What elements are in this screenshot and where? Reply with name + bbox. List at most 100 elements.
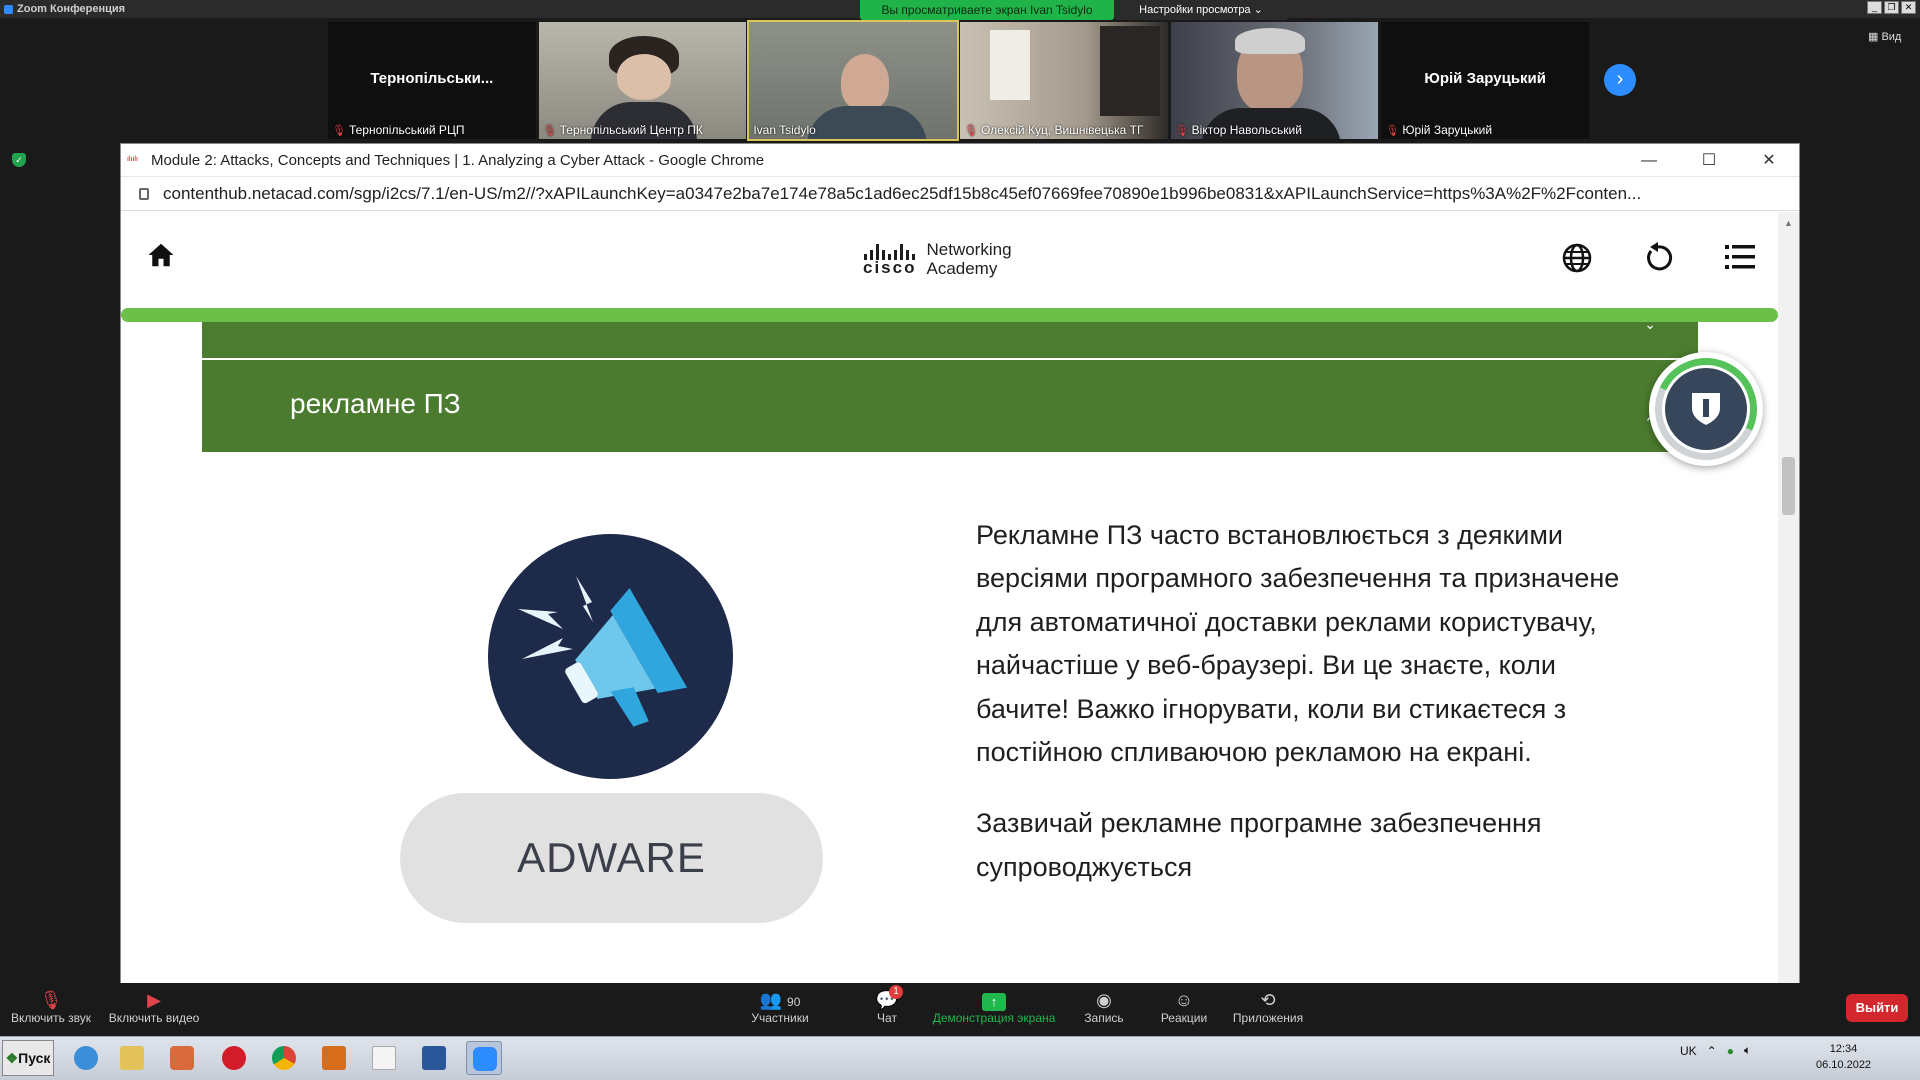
- language-indicator[interactable]: UK: [1680, 1044, 1697, 1058]
- chrome-taskbar-icon[interactable]: [266, 1041, 302, 1075]
- mic-off-icon: 🎙︎: [39, 990, 63, 1010]
- participant-name: Тернопільський Центр ПК: [559, 123, 703, 137]
- accordion-item-adware[interactable]: рекламне ПЗ ⟋: [202, 360, 1698, 452]
- record-button[interactable]: ◉ Запись: [1076, 989, 1132, 1025]
- tray-expand-icon[interactable]: ⌃: [1707, 1044, 1717, 1058]
- windows-logo-icon: ❖: [5, 1050, 19, 1066]
- accordion-label: рекламне ПЗ: [290, 388, 461, 419]
- globe-icon[interactable]: [1561, 242, 1593, 274]
- view-button[interactable]: ▦ Вид: [1868, 30, 1901, 43]
- accordion-item-previous[interactable]: ⌄: [202, 316, 1698, 358]
- paragraph-2: Зазвичай рекламне програмне забезпечення…: [976, 808, 1542, 882]
- chrome-window: ılıılı Module 2: Attacks, Concepts and T…: [120, 143, 1800, 984]
- participant-tile[interactable]: 🎙︎ Олексій Куц, Вишнівецька ТГ: [960, 22, 1168, 139]
- minimize-icon[interactable]: _: [1867, 1, 1882, 14]
- share-screen-icon: ↑: [930, 989, 1058, 1011]
- opera-taskbar-icon[interactable]: [216, 1041, 252, 1075]
- course-progress-bar: [121, 308, 1778, 322]
- volume-icon[interactable]: 🔈︎: [1744, 1043, 1751, 1058]
- start-video-button[interactable]: ▶︎ Включить видео: [106, 989, 202, 1025]
- participant-name: Тернопільський РЦП: [348, 123, 465, 137]
- clock[interactable]: 12:34 06.10.2022: [1816, 1041, 1871, 1073]
- notepad-taskbar-icon[interactable]: [366, 1041, 402, 1075]
- close-icon[interactable]: ✕: [1901, 1, 1916, 14]
- apps-button[interactable]: ⟲ Приложения: [1230, 989, 1306, 1025]
- megaphone-icon: [518, 576, 688, 727]
- clock-date: 06.10.2022: [1816, 1059, 1872, 1071]
- apps-label: Приложения: [1232, 1011, 1304, 1025]
- participant-tile[interactable]: Тернопільськи... 🎙︎ Тернопільський РЦП: [328, 22, 536, 139]
- chrome-window-title: Module 2: Attacks, Concepts and Techniqu…: [151, 151, 765, 169]
- participant-tile[interactable]: Юрій Заруцький 🎙︎ Юрій Заруцький: [1381, 22, 1590, 139]
- mic-muted-icon: 🎙︎: [332, 124, 346, 137]
- participant-tile-active-speaker[interactable]: Ivan Tsidylo: [747, 20, 960, 141]
- explorer-taskbar-icon[interactable]: [114, 1041, 150, 1075]
- participant-name: Юрій Заруцький: [1402, 123, 1493, 137]
- participants-count: 90: [787, 995, 801, 1009]
- unmute-label: Включить звук: [10, 1011, 92, 1025]
- mic-muted-icon: 🎙︎: [1385, 124, 1400, 137]
- zoom-window-title: Zoom Конференция: [17, 3, 126, 15]
- participants-icon: 👥 90: [759, 990, 801, 1010]
- chat-label: Чат: [877, 1011, 897, 1025]
- participant-gallery: Тернопільськи... 🎙︎ Тернопільський РЦП 🎙︎…: [328, 20, 1592, 141]
- shield-icon: [1692, 393, 1720, 425]
- scrollbar-thumb[interactable]: [1782, 457, 1795, 515]
- reset-icon[interactable]: [1643, 242, 1673, 274]
- network-icon[interactable]: ●: [1727, 1044, 1734, 1058]
- next-page-arrow-icon[interactable]: ›: [1604, 64, 1636, 96]
- unmute-button[interactable]: 🎙︎ Включить звук: [8, 989, 94, 1025]
- record-label: Запись: [1084, 1011, 1124, 1025]
- reactions-label: Реакции: [1160, 1011, 1208, 1025]
- maximize-icon[interactable]: ☐: [1679, 144, 1739, 177]
- scroll-up-icon[interactable]: ▲: [1784, 218, 1793, 228]
- view-settings-dropdown[interactable]: Настройки просмотра ⌄: [1114, 0, 1288, 20]
- lock-icon[interactable]: [139, 187, 149, 200]
- participants-button[interactable]: 👥 90 Участники: [740, 989, 820, 1025]
- home-icon[interactable]: [146, 240, 176, 270]
- view-button-label: Вид: [1881, 31, 1902, 43]
- start-button[interactable]: ❖Пуск: [2, 1040, 54, 1076]
- participant-name: Олексій Куц, Вишнівецька ТГ: [980, 123, 1144, 137]
- system-tray: UK ⌃ ● 🔈︎: [1680, 1043, 1751, 1058]
- participant-tile[interactable]: 🎙︎ Тернопільський Центр ПК: [538, 22, 747, 139]
- reactions-icon: ☺: [1174, 990, 1194, 1010]
- zoom-taskbar-icon[interactable]: [466, 1041, 502, 1075]
- ie-taskbar-icon[interactable]: [68, 1041, 104, 1075]
- app-taskbar-icon[interactable]: [316, 1041, 352, 1075]
- page-scrollbar[interactable]: ▲: [1778, 212, 1799, 984]
- share-screen-button[interactable]: ↑ Демонстрация экрана: [930, 989, 1058, 1025]
- word-taskbar-icon[interactable]: [416, 1041, 452, 1075]
- mic-muted-icon: 🎙︎: [964, 124, 978, 137]
- share-banner: Вы просматриваете экран Ivan Tsidylo: [860, 0, 1114, 20]
- record-icon: ◉: [1096, 990, 1112, 1010]
- url-text[interactable]: contenthub.netacad.com/sgp/i2cs/7.1/en-U…: [163, 184, 1641, 204]
- video-off-icon: ▶︎: [147, 990, 161, 1010]
- minimize-icon[interactable]: —: [1619, 144, 1679, 177]
- address-bar[interactable]: contenthub.netacad.com/sgp/i2cs/7.1/en-U…: [121, 177, 1799, 211]
- close-icon[interactable]: ✕: [1739, 144, 1799, 177]
- reactions-button[interactable]: ☺ Реакции: [1154, 989, 1214, 1025]
- encryption-shield-icon[interactable]: ✓: [12, 153, 26, 167]
- participant-name: Ivan Tsidylo: [753, 123, 816, 137]
- chrome-titlebar: ılıılı Module 2: Attacks, Concepts and T…: [121, 144, 1799, 177]
- zoom-window-controls: _ ❐ ✕: [1867, 1, 1916, 14]
- cisco-wordmark: cisco: [863, 257, 917, 277]
- progress-badge[interactable]: [1640, 343, 1772, 475]
- participant-big-label: Юрій Заруцький: [1424, 70, 1547, 87]
- mic-muted-icon: 🎙︎: [542, 124, 557, 137]
- lesson-body-text: Рекламне ПЗ часто встановлюється з деяки…: [976, 514, 1636, 917]
- academy-header: cisco Networking Academy: [121, 212, 1778, 307]
- adware-label: ADWARE: [517, 834, 706, 881]
- leave-meeting-button[interactable]: Выйти: [1846, 994, 1908, 1022]
- chat-unread-badge: 1: [889, 985, 903, 999]
- restore-icon[interactable]: ❐: [1884, 1, 1899, 14]
- chat-button[interactable]: 💬 Чат: [862, 989, 912, 1025]
- apps-icon: ⟲: [1260, 990, 1276, 1010]
- menu-list-icon[interactable]: [1725, 244, 1755, 270]
- participant-video-hair: [1234, 28, 1305, 54]
- media-player-taskbar-icon[interactable]: [164, 1041, 200, 1075]
- windows-taskbar: ❖Пуск UK ⌃ ● 🔈︎ 12:34 06.10.2022: [0, 1036, 1920, 1080]
- participants-label: Участники: [751, 1011, 809, 1025]
- participant-tile[interactable]: 🎙︎ Віктор Навольський: [1170, 22, 1379, 139]
